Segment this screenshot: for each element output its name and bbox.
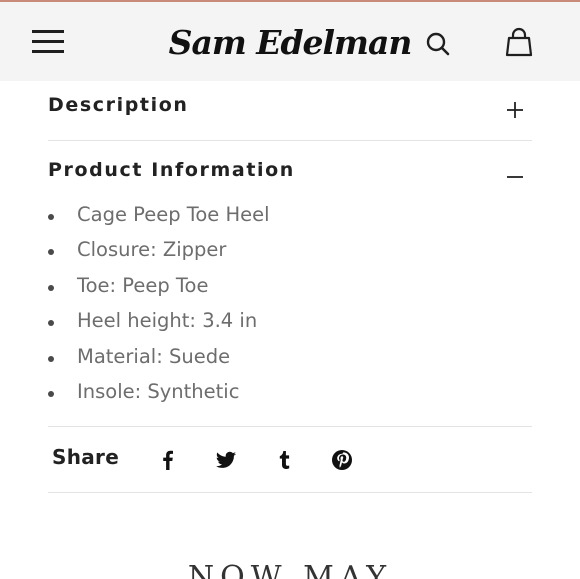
twitter-icon (215, 451, 236, 468)
list-item: Insole: Synthetic (48, 374, 270, 409)
product-information-title: Product Information (48, 159, 295, 181)
bullet-icon (48, 284, 54, 291)
list-item-text: Closure: Zipper (77, 238, 227, 262)
search-icon (426, 32, 450, 56)
list-item-text: Heel height: 3.4 in (77, 309, 258, 333)
bullet-icon (48, 390, 54, 397)
product-information-header[interactable]: Product Information (48, 141, 532, 193)
product-information-list: Cage Peep Toe Heel Closure: Zipper Toe: … (48, 197, 270, 409)
list-item-text: Cage Peep Toe Heel (77, 203, 270, 226)
site-header: Sam Edelman (0, 2, 580, 81)
list-item-text: Toe: Peep Toe (77, 273, 209, 297)
page: Sam Edelman Description Product Informat… (0, 0, 580, 579)
description-accordion[interactable]: Description (48, 82, 532, 141)
bullet-icon (48, 214, 54, 220)
facebook-icon (163, 450, 173, 470)
share-bar: Share (48, 427, 532, 493)
share-pinterest-button[interactable] (330, 448, 354, 472)
product-information-accordion: Product Information Cage Peep Toe Heel C… (48, 141, 532, 427)
menu-button[interactable] (30, 28, 66, 56)
share-twitter-button[interactable] (214, 448, 238, 472)
pinterest-icon (332, 450, 352, 470)
list-item: Closure: Zipper (48, 232, 270, 267)
list-item: Material: Suede (48, 339, 270, 374)
bag-icon (505, 27, 533, 57)
plus-icon[interactable] (506, 101, 524, 119)
share-facebook-button[interactable] (156, 448, 180, 472)
list-item: Heel height: 3.4 in (48, 303, 270, 338)
tumblr-icon (279, 451, 290, 469)
share-tumblr-button[interactable] (272, 448, 296, 472)
list-item-text: Insole: Synthetic (77, 379, 240, 403)
brand-logo[interactable]: Sam Edelman (169, 14, 413, 70)
share-label: Share (52, 445, 120, 469)
description-title: Description (48, 94, 189, 116)
menu-icon-bar (32, 50, 64, 53)
footer-partial-heading: NOW MAY (187, 560, 393, 579)
minus-icon[interactable] (506, 168, 524, 186)
list-item: Toe: Peep Toe (48, 268, 270, 303)
list-item: Cage Peep Toe Heel (48, 197, 270, 232)
bullet-icon (48, 249, 54, 256)
list-item-text: Material: Suede (77, 344, 231, 368)
search-button[interactable] (424, 30, 452, 58)
bullet-icon (48, 355, 54, 362)
menu-icon-bar (32, 30, 64, 33)
bag-button[interactable] (503, 26, 535, 58)
bullet-icon (48, 320, 54, 327)
menu-icon-bar (32, 40, 64, 43)
